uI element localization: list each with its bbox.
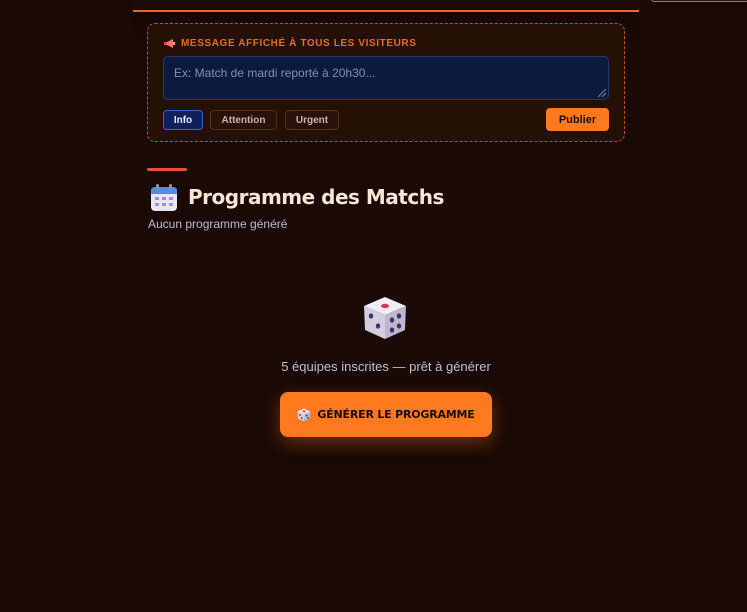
type-chip-urgent[interactable]: Urgent — [285, 110, 339, 130]
dice-icon — [297, 408, 311, 421]
type-chip-info[interactable]: Info — [163, 110, 203, 130]
megaphone-icon — [164, 39, 175, 48]
generate-schedule-button[interactable]: GÉNÉRER LE PROGRAMME — [280, 392, 492, 437]
section-accent-line — [147, 168, 187, 171]
resize-grip-icon[interactable] — [596, 87, 606, 97]
section-title: Programme des Matchs — [188, 185, 444, 209]
publish-button[interactable]: Publier — [546, 108, 609, 131]
page: MESSAGE AFFICHÉ À TOUS LES VISITEURS Ex:… — [0, 0, 747, 612]
announcement-label-row: MESSAGE AFFICHÉ À TOUS LES VISITEURS — [164, 38, 417, 49]
dice-icon — [364, 297, 406, 339]
header-bottom-edge — [133, 0, 747, 12]
generate-button-label: GÉNÉRER LE PROGRAMME — [317, 408, 475, 421]
message-placeholder: Ex: Match de mardi reporté à 20h30... — [174, 66, 376, 80]
calendar-icon — [151, 184, 177, 211]
header-tab[interactable] — [651, 0, 747, 2]
announcement-message-input[interactable]: Ex: Match de mardi reporté à 20h30... — [163, 56, 609, 100]
announcement-panel: MESSAGE AFFICHÉ À TOUS LES VISITEURS Ex:… — [147, 23, 625, 142]
type-chip-attention[interactable]: Attention — [210, 110, 277, 130]
section-subtitle: Aucun programme généré — [148, 217, 288, 231]
empty-state-message: 5 équipes inscrites — prêt à générer — [281, 359, 491, 374]
announcement-label: MESSAGE AFFICHÉ À TOUS LES VISITEURS — [181, 38, 417, 49]
